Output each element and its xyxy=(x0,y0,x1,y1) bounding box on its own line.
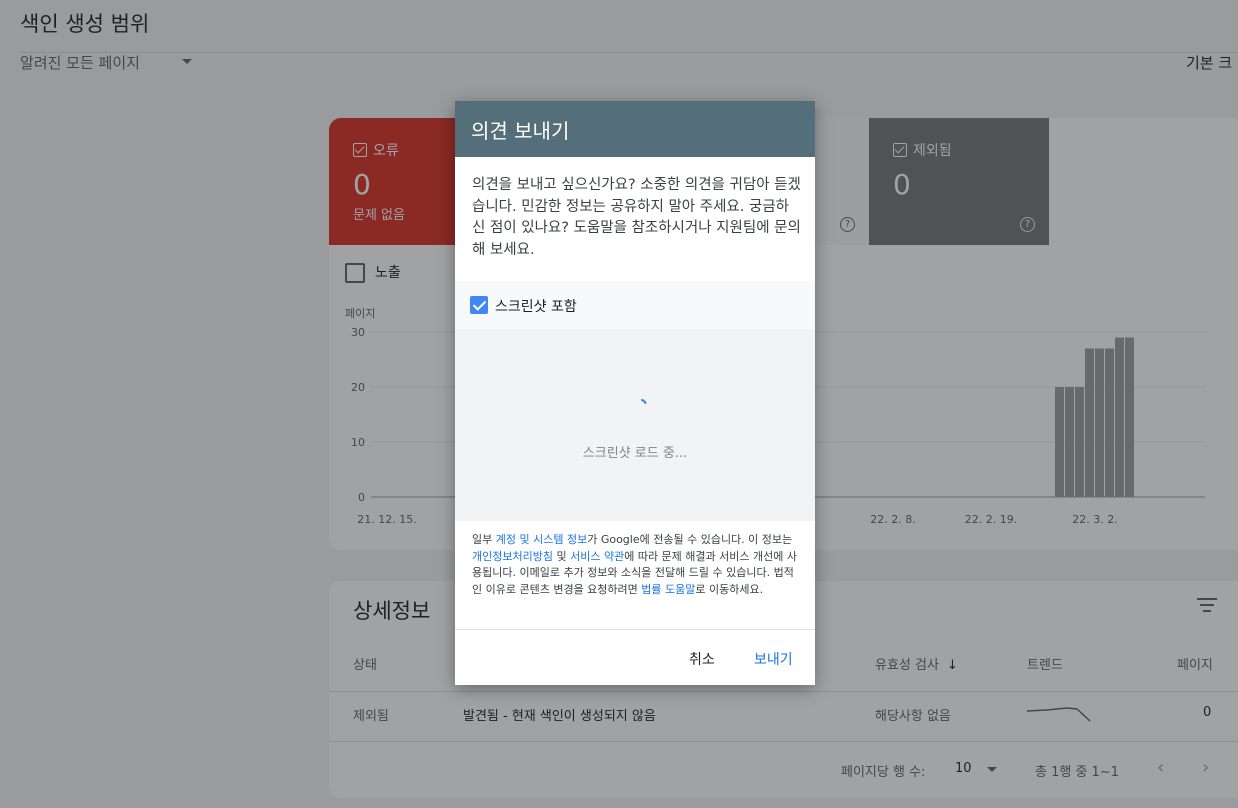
terms-of-service-link[interactable]: 서비스 약관 xyxy=(570,550,624,563)
dialog-header: 의견 보내기 xyxy=(455,101,815,157)
include-screenshot-label[interactable]: 스크린샷 포함 xyxy=(495,296,577,316)
cancel-button[interactable]: 취소 xyxy=(689,649,715,669)
dialog-description: 의견을 보내고 싶으신가요? 소중한 의견을 귀담아 듣겠습니다. 민감한 정보… xyxy=(472,177,801,258)
legal-text: 및 xyxy=(552,549,571,563)
dialog-title: 의견 보내기 xyxy=(471,119,570,143)
screenshot-preview: 스크린샷 로드 중... xyxy=(455,329,815,521)
legal-notice: 일부 계정 및 시스템 정보가 Google에 전송될 수 있습니다. 이 정보… xyxy=(472,532,802,598)
legal-text: 가 Google에 전송될 수 있습니다. 이 정보는 xyxy=(587,533,793,546)
footer-divider xyxy=(455,629,815,630)
legal-text: 일부 xyxy=(472,533,496,546)
loading-spinner-icon xyxy=(641,399,647,404)
legal-text: 로 이동하세요. xyxy=(695,582,764,596)
include-screenshot-checkbox[interactable] xyxy=(470,296,488,314)
legal-help-link[interactable]: 법률 도움말 xyxy=(641,583,695,596)
include-screenshot-row[interactable]: 스크린샷 포함 xyxy=(455,281,815,329)
feedback-dialog: 의견 보내기 의견을 보내고 싶으신가요? 소중한 의견을 귀담아 듣겠습니다.… xyxy=(455,101,815,685)
loading-text: 스크린샷 로드 중... xyxy=(582,446,688,461)
account-system-info-link[interactable]: 계정 및 시스템 정보 xyxy=(496,533,587,546)
privacy-policy-link[interactable]: 개인정보처리방침 xyxy=(472,550,553,563)
send-button[interactable]: 보내기 xyxy=(754,649,793,669)
